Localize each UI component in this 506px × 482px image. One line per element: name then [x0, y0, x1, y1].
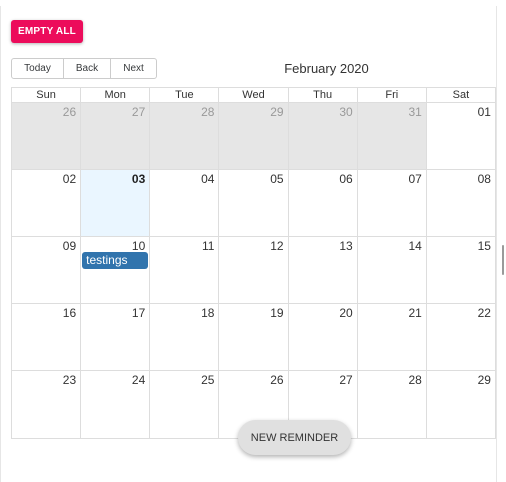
day-cell[interactable]: 27 — [80, 103, 150, 169]
event-item[interactable]: testings — [82, 252, 149, 269]
day-number[interactable]: 17 — [132, 306, 145, 320]
day-cell[interactable]: 09 — [12, 237, 80, 303]
day-number[interactable]: 26 — [63, 105, 76, 119]
day-number[interactable]: 06 — [339, 172, 352, 186]
day-number[interactable]: 02 — [63, 172, 76, 186]
month-calendar: Sun Mon Tue Wed Thu Fri Sat 26 27 28 29 30 31… — [11, 87, 496, 439]
today-button[interactable]: Today — [11, 58, 64, 79]
day-cell[interactable]: 03 — [80, 170, 150, 236]
day-number[interactable]: 24 — [132, 373, 145, 387]
calendar-toolbar: Today Back Next — [11, 58, 157, 79]
day-cell[interactable]: 12 — [218, 237, 287, 303]
week-row: 26 27 28 29 30 31 01 — [12, 103, 495, 170]
weekday-mon: Mon — [80, 88, 149, 102]
calendar-grid: 26 27 28 29 30 31 01 02 03 04 05 06 07 08 09 10 testings… — [12, 103, 495, 438]
day-number[interactable]: 14 — [408, 239, 421, 253]
back-button[interactable]: Back — [63, 58, 111, 79]
day-number[interactable]: 29 — [270, 105, 283, 119]
day-cell[interactable]: 19 — [218, 304, 287, 370]
day-cell[interactable]: 21 — [356, 304, 426, 370]
day-cell[interactable]: 31 — [356, 103, 426, 169]
month-label: February 2020 — [284, 61, 369, 76]
day-cell[interactable]: 10 testings — [80, 237, 149, 303]
day-cell[interactable]: 11 — [149, 237, 218, 303]
day-cell[interactable]: 24 — [80, 371, 149, 438]
day-number[interactable]: 27 — [132, 105, 145, 119]
day-number[interactable]: 25 — [201, 373, 214, 387]
day-number[interactable]: 19 — [270, 306, 283, 320]
empty-all-button[interactable]: EMPTY ALL — [11, 20, 83, 43]
day-number[interactable]: 08 — [478, 172, 491, 186]
week-row: 16 17 18 19 20 21 22 — [12, 304, 495, 371]
day-number[interactable]: 29 — [478, 373, 491, 387]
day-number[interactable]: 04 — [201, 172, 214, 186]
day-cell[interactable]: 08 — [425, 170, 495, 236]
day-number[interactable]: 12 — [270, 239, 283, 253]
weekday-fri: Fri — [356, 88, 426, 102]
day-number[interactable]: 28 — [201, 105, 214, 119]
day-number[interactable]: 01 — [478, 105, 491, 119]
day-cell[interactable]: 17 — [80, 304, 149, 370]
day-number[interactable]: 22 — [478, 306, 491, 320]
day-number[interactable]: 15 — [478, 239, 491, 253]
day-number[interactable]: 23 — [63, 373, 76, 387]
day-number[interactable]: 18 — [201, 306, 214, 320]
day-number[interactable]: 11 — [202, 239, 214, 253]
day-number[interactable]: 09 — [63, 239, 76, 253]
day-cell[interactable]: 22 — [425, 304, 495, 370]
day-cell[interactable]: 04 — [149, 170, 218, 236]
day-cell[interactable]: 13 — [287, 237, 357, 303]
day-number[interactable]: 30 — [339, 105, 352, 119]
day-number[interactable]: 31 — [408, 105, 421, 119]
week-row: 09 10 testings 11 12 13 14 15 — [12, 237, 495, 304]
day-number[interactable]: 03 — [132, 172, 145, 186]
day-cell[interactable]: 01 — [425, 103, 495, 169]
day-cell[interactable]: 25 — [149, 371, 218, 438]
day-cell[interactable]: 28 — [149, 103, 219, 169]
day-number[interactable]: 27 — [339, 373, 352, 387]
day-cell[interactable]: 29 — [425, 371, 495, 438]
day-cell[interactable]: 28 — [356, 371, 426, 438]
weekday-thu: Thu — [287, 88, 357, 102]
day-cell[interactable]: 26 — [12, 103, 81, 169]
day-cell[interactable]: 16 — [12, 304, 80, 370]
weekday-sun: Sun — [36, 89, 56, 101]
weekday-header: Sun Mon Tue Wed Thu Fri Sat — [12, 88, 495, 103]
day-number[interactable]: 20 — [339, 306, 352, 320]
new-reminder-button[interactable]: NEW REMINDER — [238, 420, 351, 455]
day-cell[interactable]: 07 — [356, 170, 426, 236]
day-number[interactable]: 07 — [408, 172, 421, 186]
day-number[interactable]: 16 — [63, 306, 76, 320]
day-cell[interactable]: 20 — [287, 304, 357, 370]
day-number[interactable]: 21 — [408, 306, 421, 320]
day-number[interactable]: 26 — [270, 373, 283, 387]
day-cell[interactable]: 06 — [287, 170, 357, 236]
weekday-tue: Tue — [149, 88, 218, 102]
day-cell[interactable]: 23 — [12, 371, 80, 438]
day-number[interactable]: 10 — [132, 239, 145, 253]
day-number[interactable]: 13 — [339, 239, 352, 253]
day-number[interactable]: 28 — [408, 373, 421, 387]
weekday-wed: Wed — [218, 88, 287, 102]
week-row: 02 03 04 05 06 07 08 — [12, 170, 495, 237]
scrollbar[interactable] — [502, 245, 504, 275]
next-button[interactable]: Next — [110, 58, 157, 79]
day-cell[interactable]: 05 — [218, 170, 287, 236]
day-cell[interactable]: 18 — [149, 304, 218, 370]
weekday-sat: Sat — [425, 88, 495, 102]
day-cell[interactable]: 29 — [218, 103, 288, 169]
day-cell[interactable]: 14 — [356, 237, 426, 303]
day-cell[interactable]: 30 — [287, 103, 357, 169]
day-cell[interactable]: 15 — [425, 237, 495, 303]
day-cell[interactable]: 02 — [12, 170, 80, 236]
day-number[interactable]: 05 — [270, 172, 283, 186]
